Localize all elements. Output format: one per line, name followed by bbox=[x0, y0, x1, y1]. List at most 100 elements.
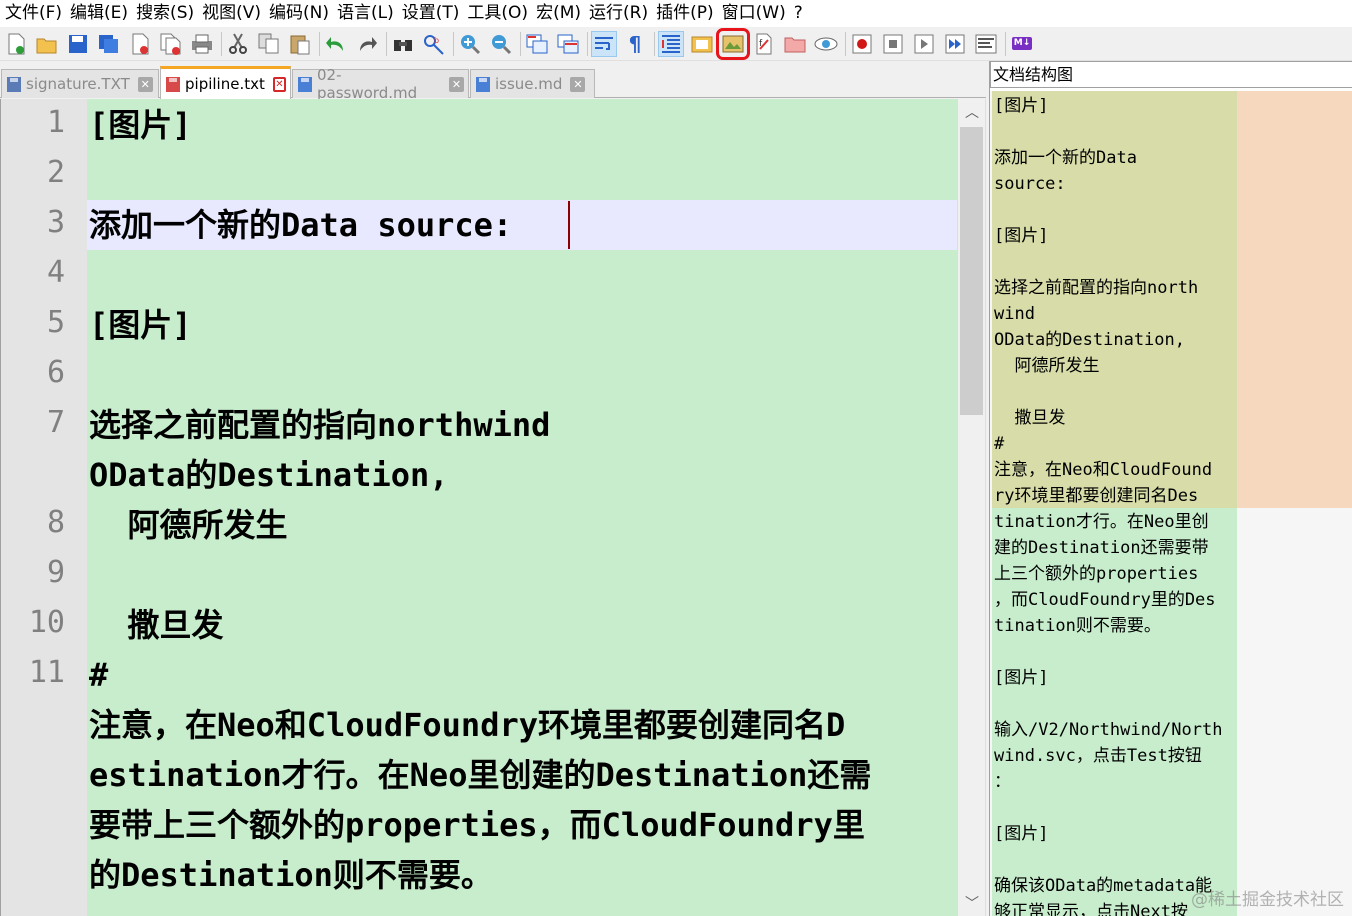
map-line: 上三个额外的properties bbox=[994, 564, 1199, 584]
indent-guide-icon[interactable] bbox=[658, 30, 684, 57]
map-line: 阿德所发生 bbox=[994, 356, 1100, 376]
map-line: tination则不需要。 bbox=[994, 616, 1161, 636]
tab-close-icon[interactable]: ✕ bbox=[137, 76, 153, 92]
menu-view[interactable]: 视图(V) bbox=[201, 0, 268, 27]
toolbar-separator bbox=[386, 31, 387, 56]
map-line: OData的Destination, bbox=[994, 330, 1185, 350]
print-icon[interactable] bbox=[190, 32, 214, 56]
line-number: 8 bbox=[46, 505, 65, 540]
sync-horizontal-icon[interactable] bbox=[556, 32, 580, 56]
line-number: 6 bbox=[46, 355, 65, 390]
replace-icon[interactable]: b bbox=[422, 32, 446, 56]
toolbar: b ¶ f M↓ bbox=[0, 27, 1352, 61]
document-map-view[interactable]: [图片] 添加一个新的Data source: [图片] 选择之前配置的指向north w… bbox=[990, 91, 1352, 916]
map-line: 注意，在Neo和CloudFound bbox=[994, 460, 1213, 480]
menu-search[interactable]: 搜索(S) bbox=[135, 0, 201, 27]
vertical-scrollbar[interactable]: ︿ ﹀ bbox=[957, 99, 985, 916]
zoom-out-icon[interactable] bbox=[489, 32, 513, 56]
map-line: [图片] bbox=[994, 668, 1049, 688]
map-line: [图片] bbox=[994, 96, 1049, 116]
copy-icon[interactable] bbox=[257, 32, 281, 56]
map-line: wind bbox=[994, 304, 1035, 324]
word-wrap-icon[interactable] bbox=[591, 30, 617, 57]
line-number: 5 bbox=[46, 305, 65, 340]
menu-help[interactable]: ? bbox=[793, 0, 810, 27]
tab-pipiline[interactable]: pipiline.txt ✕ bbox=[160, 66, 291, 99]
menu-settings[interactable]: 设置(T) bbox=[401, 0, 467, 27]
map-line: 添加一个新的Data bbox=[994, 148, 1137, 168]
stop-record-icon[interactable] bbox=[881, 32, 905, 56]
menu-macro[interactable]: 宏(M) bbox=[535, 0, 588, 27]
code-line: # bbox=[89, 656, 109, 694]
map-line: # bbox=[994, 434, 1005, 454]
tab-02-password[interactable]: 02-password.md ✕ bbox=[292, 66, 469, 102]
map-line: 建的Destination还需要带 bbox=[994, 538, 1209, 558]
user-language-icon[interactable] bbox=[690, 32, 714, 56]
code-line: 注意，在Neo和CloudFoundry环境里都要创建同名D bbox=[89, 706, 846, 744]
sync-vertical-icon[interactable] bbox=[525, 32, 549, 56]
run-macro-multiple-icon[interactable] bbox=[943, 32, 967, 56]
save-all-icon[interactable] bbox=[97, 32, 121, 56]
open-file-icon[interactable] bbox=[35, 32, 59, 56]
menu-encoding[interactable]: 编码(N) bbox=[268, 0, 336, 27]
svg-text:b: b bbox=[434, 36, 439, 45]
function-list-icon[interactable]: f bbox=[752, 32, 776, 56]
code-line: OData的Destination, bbox=[89, 456, 449, 494]
menu-run[interactable]: 运行(R) bbox=[588, 0, 655, 27]
show-all-chars-icon[interactable]: ¶ bbox=[623, 32, 647, 56]
zoom-in-icon[interactable] bbox=[458, 32, 482, 56]
play-macro-icon[interactable] bbox=[912, 32, 936, 56]
line-number: 9 bbox=[46, 555, 65, 590]
paste-icon[interactable] bbox=[288, 32, 312, 56]
line-number: 2 bbox=[46, 155, 65, 190]
code-area[interactable]: [图片] 添加一个新的Data source: [图片] 选择之前配置的指向no… bbox=[87, 99, 957, 916]
tab-close-icon[interactable]: ✕ bbox=[272, 76, 286, 92]
menu-plugins[interactable]: 插件(P) bbox=[655, 0, 721, 27]
new-file-icon[interactable] bbox=[4, 32, 28, 56]
close-icon[interactable] bbox=[128, 32, 152, 56]
save-icon[interactable] bbox=[66, 32, 90, 56]
map-line: ： bbox=[994, 772, 1011, 792]
menu-language[interactable]: 语言(L) bbox=[336, 0, 401, 27]
scroll-thumb[interactable] bbox=[960, 127, 983, 415]
tab-close-icon[interactable]: ✕ bbox=[570, 76, 586, 92]
tab-label: pipiline.txt bbox=[185, 75, 265, 93]
menu-bar: 文件(F) 编辑(E) 搜索(S) 视图(V) 编码(N) 语言(L) 设置(T… bbox=[0, 0, 1352, 27]
tab-bar: signature.TXT ✕ pipiline.txt ✕ 02-passwo… bbox=[0, 61, 986, 102]
scroll-down-icon[interactable]: ﹀ bbox=[958, 890, 986, 916]
map-line: 撒旦发 bbox=[994, 408, 1066, 428]
editor[interactable]: 1 2 3 4 5 6 7 8 9 10 11 [图片] 添加一个新的Data … bbox=[0, 99, 986, 916]
toolbar-separator bbox=[520, 31, 521, 56]
menu-file[interactable]: 文件(F) bbox=[4, 0, 69, 27]
line-number: 1 bbox=[46, 105, 65, 140]
menu-edit[interactable]: 编辑(E) bbox=[69, 0, 135, 27]
map-line: 选择之前配置的指向north bbox=[994, 278, 1199, 298]
map-viewport-margin bbox=[1237, 91, 1352, 508]
cut-icon[interactable] bbox=[226, 32, 250, 56]
watermark: @稀土掘金技术社区 bbox=[1191, 890, 1344, 910]
tab-issue[interactable]: issue.md ✕ bbox=[470, 69, 595, 98]
redo-icon[interactable] bbox=[355, 32, 379, 56]
folder-workspace-icon[interactable] bbox=[783, 32, 807, 56]
markdown-icon[interactable]: M↓ bbox=[1010, 32, 1034, 56]
map-line: ry环境里都要创建同名Des bbox=[994, 486, 1199, 506]
monitor-icon[interactable] bbox=[814, 32, 838, 56]
document-map-icon[interactable] bbox=[716, 27, 750, 60]
tab-label: signature.TXT bbox=[26, 75, 130, 93]
tab-signature[interactable]: signature.TXT ✕ bbox=[1, 69, 159, 98]
map-line: 输入/V2/Northwind/North bbox=[994, 720, 1223, 740]
line-number: 11 bbox=[28, 655, 65, 690]
scroll-up-icon[interactable]: ︿ bbox=[958, 99, 986, 125]
toolbar-separator bbox=[221, 31, 222, 56]
save-macro-icon[interactable] bbox=[974, 32, 998, 56]
close-all-icon[interactable] bbox=[159, 32, 183, 56]
find-icon[interactable] bbox=[391, 32, 415, 56]
menu-window[interactable]: 窗口(W) bbox=[721, 0, 793, 27]
file-saved-icon bbox=[6, 76, 22, 93]
tab-close-icon[interactable]: ✕ bbox=[449, 76, 464, 92]
map-line: [图片] bbox=[994, 226, 1049, 246]
toolbar-separator bbox=[319, 31, 320, 56]
menu-tools[interactable]: 工具(O) bbox=[466, 0, 535, 27]
undo-icon[interactable] bbox=[324, 32, 348, 56]
record-macro-icon[interactable] bbox=[850, 32, 874, 56]
